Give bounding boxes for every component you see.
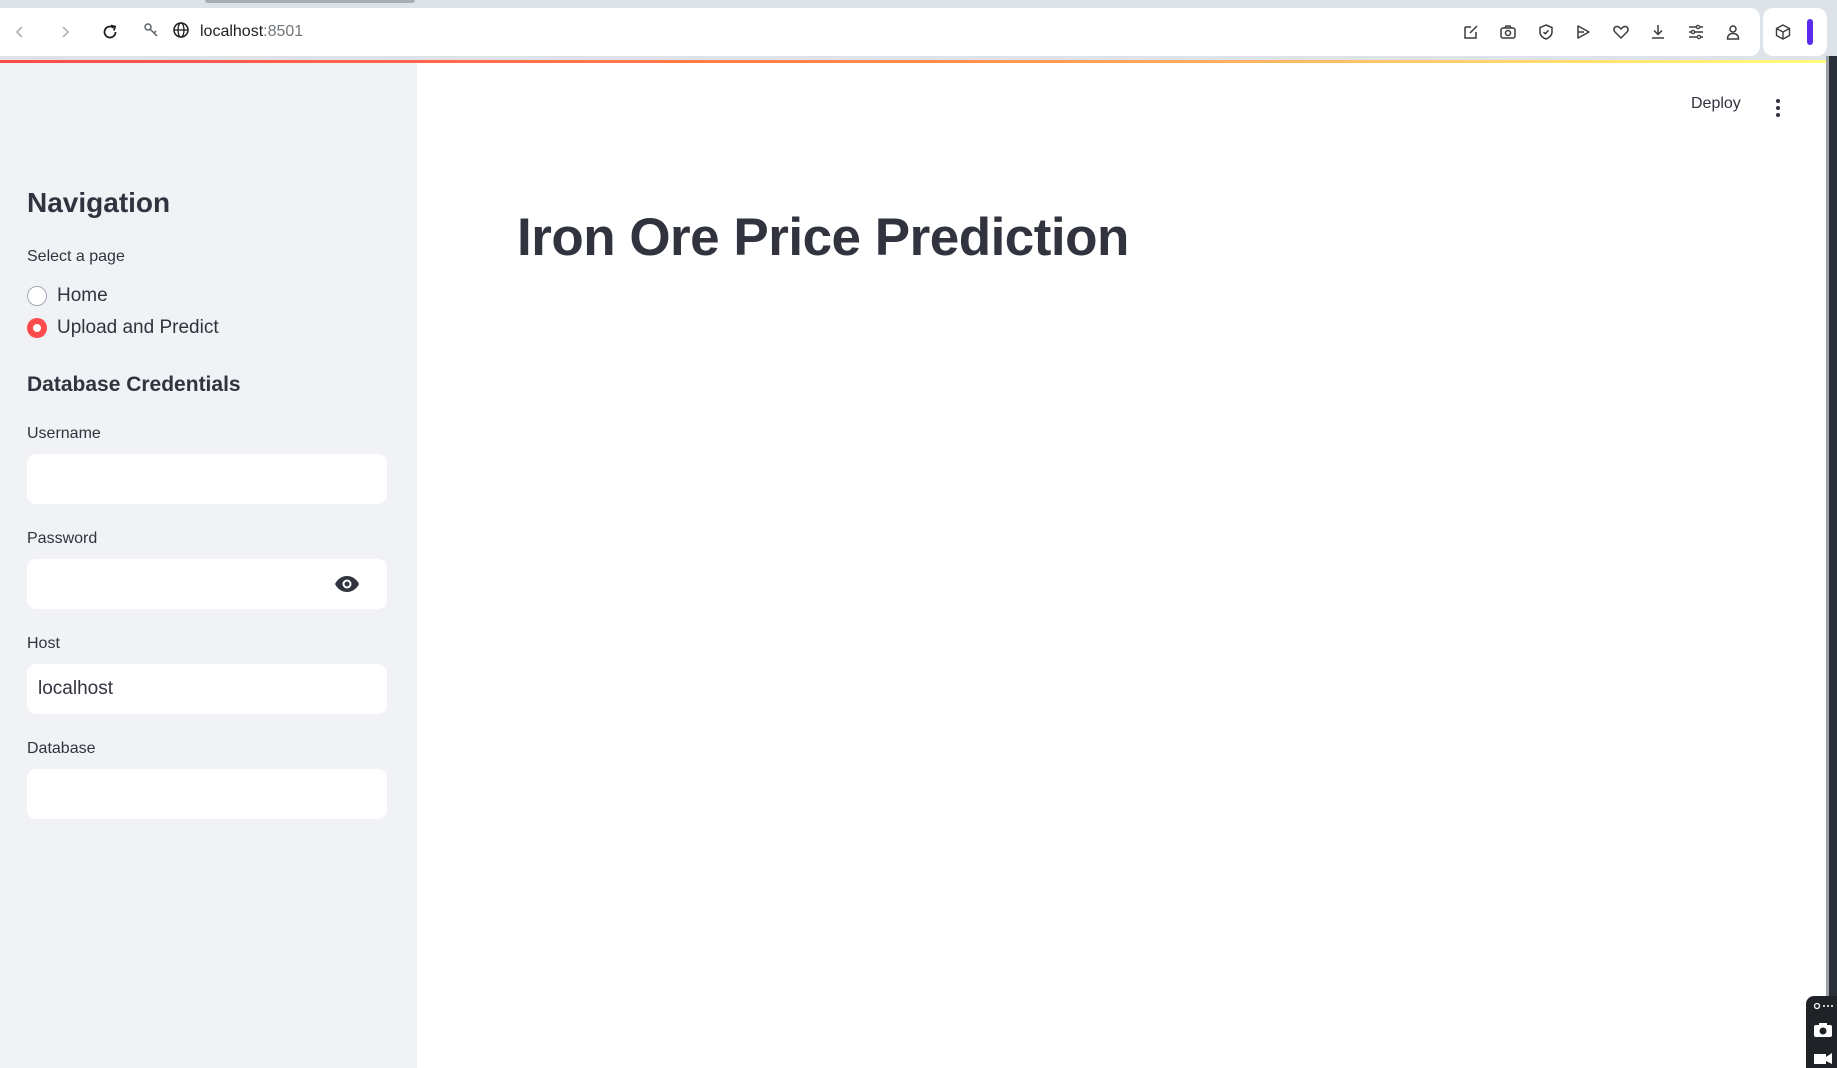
download-icon[interactable] xyxy=(1640,14,1678,50)
forward-icon[interactable] xyxy=(47,14,83,50)
video-icon[interactable] xyxy=(1813,1050,1833,1064)
globe-icon xyxy=(172,21,190,44)
window-edge xyxy=(1826,56,1837,1068)
url-host[interactable]: localhost xyxy=(200,23,263,41)
sidebar-title: Navigation xyxy=(27,187,171,218)
back-icon[interactable] xyxy=(2,14,38,50)
password-input[interactable] xyxy=(27,559,387,609)
main-menu-icon[interactable] xyxy=(1766,96,1790,120)
profile-icon[interactable] xyxy=(1715,14,1753,50)
play-icon[interactable] xyxy=(1565,14,1603,50)
radio-checked-icon[interactable] xyxy=(27,318,47,338)
radio-label: Upload and Predict xyxy=(57,317,219,338)
host-input[interactable]: localhost xyxy=(27,664,387,714)
host-label: Host xyxy=(27,635,60,652)
browser-toolbar: localhost:8501 xyxy=(0,8,1760,56)
browser-tab-strip xyxy=(0,0,1837,8)
shield-icon[interactable] xyxy=(1527,14,1565,50)
radio-label: Home xyxy=(57,285,108,306)
floating-toolbar xyxy=(1806,996,1837,1068)
eye-icon[interactable] xyxy=(334,573,360,595)
site-info-icon[interactable] xyxy=(142,21,160,44)
address-bar[interactable]: localhost:8501 xyxy=(142,21,303,44)
radio-unchecked-icon[interactable] xyxy=(27,286,47,306)
toolbar-actions xyxy=(1452,8,1752,56)
heart-icon[interactable] xyxy=(1602,14,1640,50)
link-icon[interactable] xyxy=(1813,1000,1833,1014)
radio-option-upload-and-predict[interactable]: Upload and Predict xyxy=(27,317,219,339)
section-title-database-credentials: Database Credentials xyxy=(27,373,241,396)
url-port[interactable]: :8501 xyxy=(263,23,303,41)
radio-option-home[interactable]: Home xyxy=(27,285,108,307)
camera-icon[interactable] xyxy=(1490,14,1528,50)
extension-cube-icon[interactable] xyxy=(1763,23,1803,41)
page-select-label: Select a page xyxy=(27,248,125,265)
sliders-icon[interactable] xyxy=(1677,14,1715,50)
username-label: Username xyxy=(27,425,101,442)
reload-icon[interactable] xyxy=(92,14,128,50)
database-label: Database xyxy=(27,740,96,757)
active-tab-indicator[interactable] xyxy=(205,0,415,3)
extensions-area xyxy=(1763,8,1827,56)
page-title: Iron Ore Price Prediction xyxy=(517,208,1129,267)
password-label: Password xyxy=(27,530,98,547)
database-input[interactable] xyxy=(27,769,387,819)
side-panel-indicator[interactable] xyxy=(1807,19,1813,45)
username-input[interactable] xyxy=(27,454,387,504)
sidebar: Navigation Select a page Home Upload and… xyxy=(0,63,417,1068)
edit-icon[interactable] xyxy=(1452,14,1490,50)
deploy-button[interactable]: Deploy xyxy=(1691,95,1741,113)
camera-icon[interactable] xyxy=(1813,1022,1833,1037)
